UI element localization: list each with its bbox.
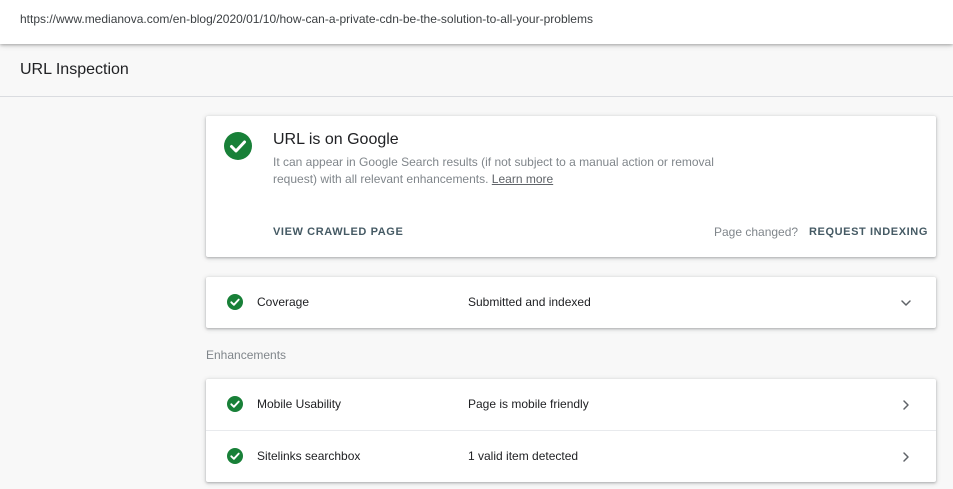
page-header: URL Inspection	[0, 44, 953, 97]
view-crawled-page-button[interactable]: VIEW CRAWLED PAGE	[273, 226, 403, 238]
chevron-right-icon[interactable]	[899, 450, 913, 464]
enhancements-heading: Enhancements	[206, 348, 287, 362]
url-bar[interactable]: https://www.medianova.com/en-blog/2020/0…	[0, 0, 953, 44]
page-title: URL Inspection	[20, 61, 129, 78]
chevron-right-icon[interactable]	[899, 398, 913, 412]
enhancement-label: Mobile Usability	[257, 397, 342, 411]
coverage-value: Submitted and indexed	[468, 295, 591, 309]
check-circle-icon	[227, 448, 243, 464]
learn-more-link[interactable]: Learn more	[492, 172, 553, 186]
coverage-card: Coverage Submitted and indexed	[206, 277, 936, 328]
enhancement-row-mobile-usability[interactable]: Mobile Usability Page is mobile friendly	[206, 379, 936, 430]
enhancement-value: Page is mobile friendly	[468, 397, 589, 411]
chevron-down-icon[interactable]	[899, 296, 913, 310]
enhancement-label: Sitelinks searchbox	[257, 449, 361, 463]
coverage-label: Coverage	[257, 295, 310, 309]
status-title: URL is on Google	[273, 131, 399, 148]
check-circle-icon	[224, 132, 252, 160]
enhancement-value: 1 valid item detected	[468, 449, 579, 463]
enhancement-row-sitelinks-searchbox[interactable]: Sitelinks searchbox 1 valid item detecte…	[206, 431, 936, 482]
coverage-row[interactable]: Coverage Submitted and indexed	[206, 277, 936, 328]
index-status-card: URL is on Google It can appear in Google…	[206, 116, 936, 257]
status-description: It can appear in Google Search results (…	[273, 154, 733, 188]
enhancements-card: Mobile Usability Page is mobile friendly…	[206, 379, 936, 482]
check-circle-icon	[227, 294, 243, 310]
request-indexing-button[interactable]: REQUEST INDEXING	[809, 226, 928, 238]
page-changed-text: Page changed?	[714, 225, 799, 239]
check-circle-icon	[227, 396, 243, 412]
inspected-url[interactable]: https://www.medianova.com/en-blog/2020/0…	[20, 12, 593, 26]
